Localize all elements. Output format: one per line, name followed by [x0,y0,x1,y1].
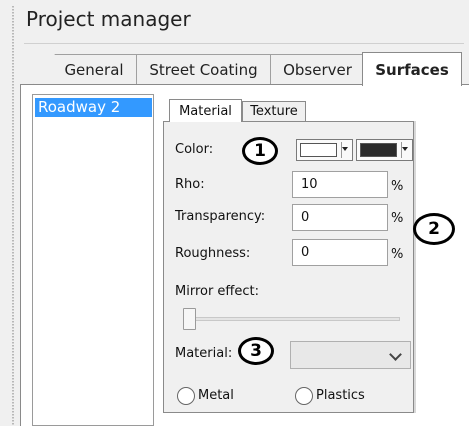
primary-color-swatch [300,143,337,157]
tab-surfaces[interactable]: Surfaces [362,52,462,86]
callout-2: 2 [413,213,455,245]
secondary-color-picker[interactable] [356,139,413,161]
rho-label: Rho: [175,177,205,192]
window-title: Project manager [26,7,191,31]
tab-bar: General Street Coating Observer Surfaces [0,52,469,86]
roughness-input[interactable]: 0 [292,239,388,266]
chevron-down-icon [389,348,402,361]
radio-metal[interactable] [177,387,195,405]
radio-plastics-label: Plastics [316,388,365,403]
material-label: Material: [175,346,233,361]
primary-color-picker[interactable] [296,139,353,161]
chevron-down-icon [342,147,348,151]
mirror-effect-track[interactable] [189,317,400,321]
tab-street-coating[interactable]: Street Coating [136,54,271,85]
title-separator [24,43,464,44]
mirror-effect-slider-thumb[interactable] [183,308,196,330]
tab-general[interactable]: General [33,54,137,85]
mirror-effect-label: Mirror effect: [175,284,260,299]
tab-material[interactable]: Material [169,99,242,122]
callout-1: 1 [242,137,278,165]
panel-edge [414,121,416,413]
secondary-color-swatch [360,143,397,157]
tab-texture[interactable]: Texture [242,101,306,121]
callout-3: 3 [238,337,274,365]
transparency-unit: % [391,211,404,226]
transparency-input[interactable]: 0 [292,204,388,231]
radio-metal-label: Metal [198,388,234,403]
transparency-label: Transparency: [175,209,266,224]
surface-list[interactable]: Roadway 2 [32,94,154,426]
tab-observer[interactable]: Observer [270,54,365,85]
rho-unit: % [391,179,404,194]
material-panel [163,121,414,413]
roughness-label: Roughness: [175,246,251,261]
material-select[interactable] [290,341,411,369]
color-label: Color: [175,142,214,157]
chevron-down-icon [402,147,408,151]
rho-input[interactable]: 10 [292,171,388,198]
roughness-unit: % [391,247,404,262]
list-item[interactable]: Roadway 2 [35,98,152,117]
radio-plastics[interactable] [295,387,313,405]
